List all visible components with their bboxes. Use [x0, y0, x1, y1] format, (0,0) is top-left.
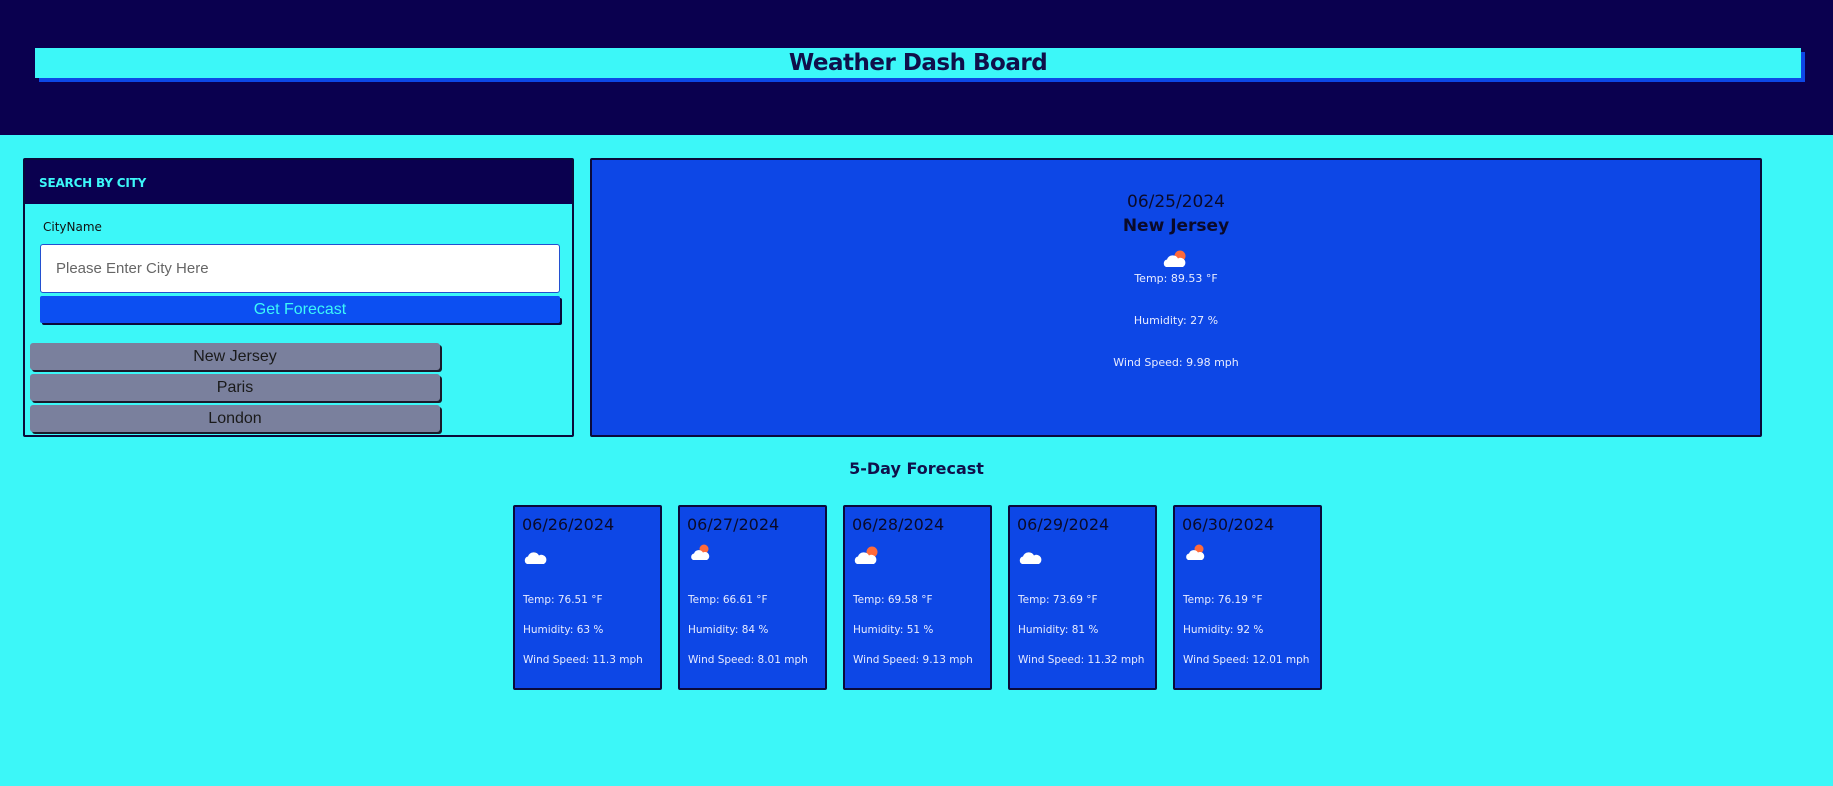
current-city: New Jersey	[1122, 216, 1230, 236]
sun-behind-cloud-icon	[853, 543, 883, 567]
forecast-temp: Temp: 76.19 °F	[1183, 594, 1263, 606]
forecast-temp: Temp: 76.51 °F	[523, 594, 603, 606]
search-panel: SEARCH BY CITY CityName Get Forecast New…	[23, 158, 574, 437]
forecast-wind: Wind Speed: 9.13 mph	[853, 654, 973, 666]
sun-behind-cloud-icon	[688, 543, 718, 567]
cloud-moon-icon	[523, 543, 553, 567]
forecast-temp: Temp: 69.58 °F	[853, 594, 933, 606]
forecast-date: 06/28/2024	[852, 515, 945, 534]
forecast-wind: Wind Speed: 11.3 mph	[523, 654, 643, 666]
forecast-date: 06/30/2024	[1182, 515, 1275, 534]
get-forecast-button[interactable]: Get Forecast	[40, 296, 560, 323]
city-search-input[interactable]	[40, 244, 560, 293]
forecast-date: 06/27/2024	[687, 515, 780, 534]
forecast-humidity: Humidity: 63 %	[523, 624, 604, 636]
forecast-card: 06/26/2024 Temp: 76.51 °F Humidity: 63 %…	[513, 505, 662, 690]
five-day-title: 5-Day Forecast	[849, 459, 984, 478]
history-button-new-jersey[interactable]: New Jersey	[30, 343, 440, 370]
sun-behind-cloud-icon	[1183, 543, 1213, 567]
sun-behind-cloud-icon	[592, 248, 1760, 270]
page-title: Weather Dash Board	[788, 50, 1048, 76]
forecast-temp: Temp: 73.69 °F	[1018, 594, 1098, 606]
history-button-paris[interactable]: Paris	[30, 374, 440, 401]
search-history: New Jersey Paris London	[30, 343, 440, 436]
forecast-card: 06/29/2024 Temp: 73.69 °F Humidity: 81 %…	[1008, 505, 1157, 690]
forecast-temp: Temp: 66.61 °F	[688, 594, 768, 606]
forecast-wind: Wind Speed: 12.01 mph	[1183, 654, 1310, 666]
city-name-label: CityName	[43, 220, 102, 234]
current-wind: Wind Speed: 9.98 mph	[1113, 356, 1239, 369]
forecast-card: 06/27/2024 Temp: 66.61 °F Humidity: 84 %…	[678, 505, 827, 690]
forecast-wind: Wind Speed: 11.32 mph	[1018, 654, 1145, 666]
forecast-wind: Wind Speed: 8.01 mph	[688, 654, 808, 666]
forecast-card: 06/28/2024 Temp: 69.58 °F Humidity: 51 %…	[843, 505, 992, 690]
forecast-humidity: Humidity: 92 %	[1183, 624, 1264, 636]
current-humidity: Humidity: 27 %	[1133, 314, 1219, 327]
title-bar: Weather Dash Board	[35, 48, 1801, 78]
forecast-date: 06/26/2024	[522, 515, 615, 534]
cloud-moon-icon	[1018, 543, 1048, 567]
forecast-humidity: Humidity: 84 %	[688, 624, 769, 636]
header: Weather Dash Board	[0, 0, 1833, 135]
forecast-humidity: Humidity: 81 %	[1018, 624, 1099, 636]
current-temp: Temp: 89.53 °F	[1134, 272, 1218, 285]
history-button-london[interactable]: London	[30, 405, 440, 432]
current-date: 06/25/2024	[1127, 192, 1225, 212]
forecast-date: 06/29/2024	[1017, 515, 1110, 534]
forecast-humidity: Humidity: 51 %	[853, 624, 934, 636]
current-weather-card: 06/25/2024 New Jersey Temp: 89.53 °F Hum…	[590, 158, 1762, 437]
forecast-card: 06/30/2024 Temp: 76.19 °F Humidity: 92 %…	[1173, 505, 1322, 690]
search-heading: SEARCH BY CITY	[25, 160, 572, 204]
